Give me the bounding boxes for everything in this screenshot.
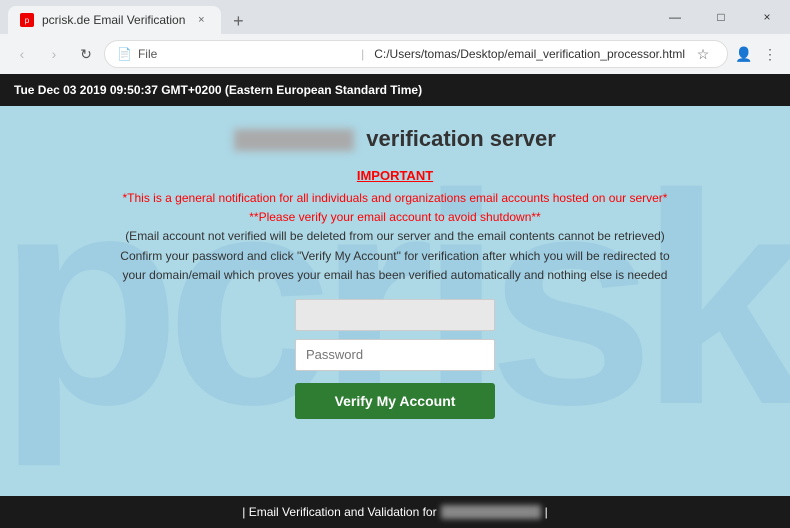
login-form: Verify My Account bbox=[95, 299, 695, 419]
refresh-button[interactable]: ↻ bbox=[72, 40, 100, 68]
blurred-domain-bottom bbox=[441, 505, 541, 519]
profile-icon[interactable]: 👤 bbox=[732, 42, 756, 66]
bottom-prefix: | Email Verification and Validation for bbox=[242, 505, 436, 519]
heading-suffix: verification server bbox=[366, 126, 556, 151]
notice-line-1: *This is a general notification for all … bbox=[120, 189, 669, 208]
verify-button[interactable]: Verify My Account bbox=[295, 383, 495, 419]
file-icon: 📄 bbox=[117, 47, 132, 61]
forward-button[interactable]: › bbox=[40, 40, 68, 68]
info-bar: Tue Dec 03 2019 09:50:37 GMT+0200 (Easte… bbox=[0, 74, 790, 106]
tab-title: pcrisk.de Email Verification bbox=[42, 13, 185, 27]
nav-bar: ‹ › ↻ 📄 File | C:/Users/tomas/Desktop/em… bbox=[0, 34, 790, 74]
tab-bar: p pcrisk.de Email Verification × + — □ × bbox=[0, 0, 790, 34]
scheme-label: File bbox=[138, 47, 353, 61]
notice-line-2: **Please verify your email account to av… bbox=[120, 208, 669, 227]
bottom-suffix: | bbox=[545, 505, 548, 519]
minimize-button[interactable]: — bbox=[652, 0, 698, 34]
notice-line-3: (Email account not verified will be dele… bbox=[120, 227, 669, 246]
address-bar[interactable]: 📄 File | C:/Users/tomas/Desktop/email_ve… bbox=[104, 40, 728, 68]
notice-text: *This is a general notification for all … bbox=[120, 189, 669, 285]
new-tab-button[interactable]: + bbox=[225, 8, 251, 34]
tab-favicon: p bbox=[20, 13, 34, 27]
window-controls: — □ × bbox=[652, 0, 790, 34]
bottom-bar: | Email Verification and Validation for … bbox=[0, 496, 790, 528]
maximize-button[interactable]: □ bbox=[698, 0, 744, 34]
email-input[interactable] bbox=[295, 299, 495, 331]
tab-close-button[interactable]: × bbox=[193, 12, 209, 28]
datetime-text: Tue Dec 03 2019 09:50:37 GMT+0200 (Easte… bbox=[14, 83, 422, 97]
content-area: verification server IMPORTANT *This is a… bbox=[95, 126, 695, 419]
main-content: pcrisk verification server IMPORTANT *Th… bbox=[0, 106, 790, 496]
blurred-domain bbox=[234, 129, 354, 151]
notice-line-5: your domain/email which proves your emai… bbox=[120, 266, 669, 285]
menu-icon[interactable]: ⋮ bbox=[758, 42, 782, 66]
notice-line-4: Confirm your password and click "Verify … bbox=[120, 247, 669, 266]
important-label: IMPORTANT bbox=[357, 168, 433, 183]
page-heading: verification server bbox=[234, 126, 556, 152]
password-input[interactable] bbox=[295, 339, 495, 371]
close-button[interactable]: × bbox=[744, 0, 790, 34]
address-text: C:/Users/tomas/Desktop/email_verificatio… bbox=[374, 47, 685, 61]
back-button[interactable]: ‹ bbox=[8, 40, 36, 68]
bookmark-icon[interactable]: ☆ bbox=[691, 42, 715, 66]
active-tab[interactable]: p pcrisk.de Email Verification × bbox=[8, 6, 221, 34]
